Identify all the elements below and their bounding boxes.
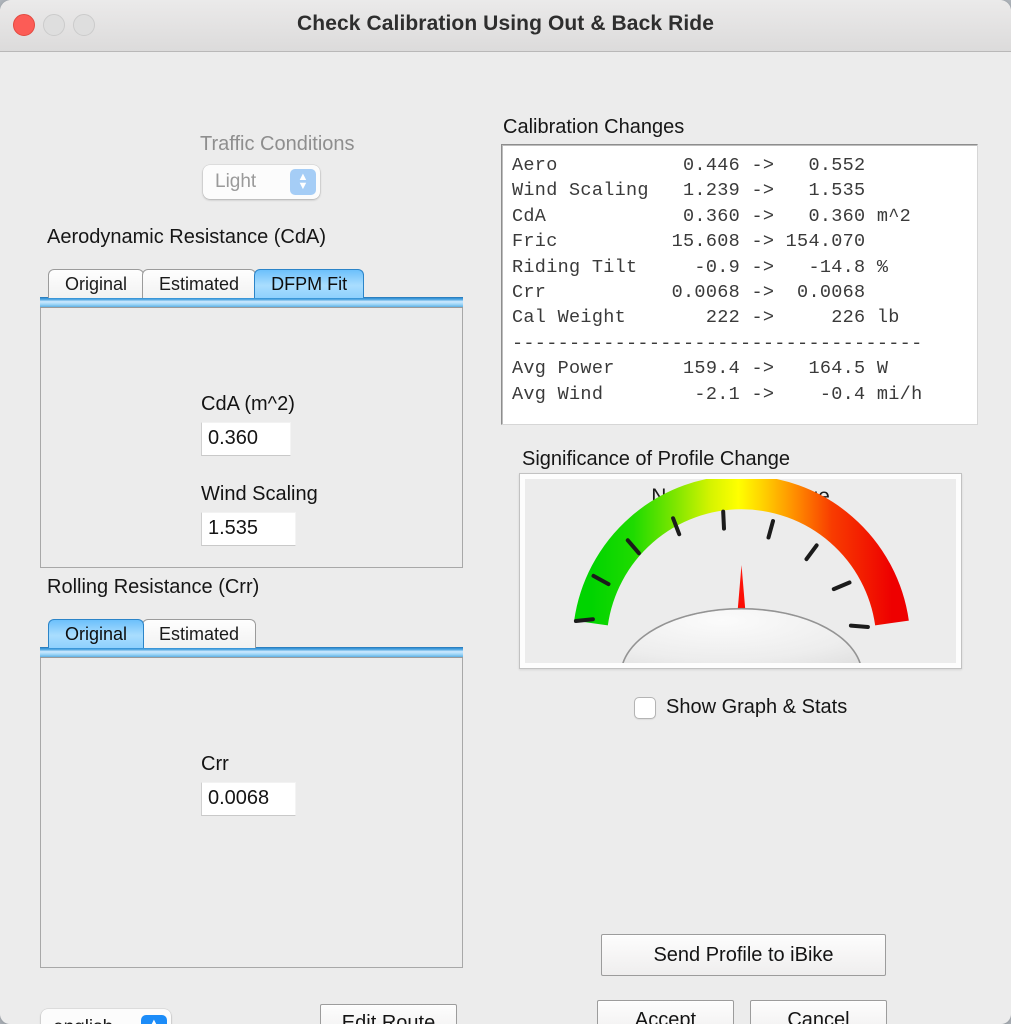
dialog-window: Check Calibration Using Out & Back Ride … (0, 0, 1011, 1024)
accept-button[interactable]: Accept (597, 1000, 734, 1024)
wind-scaling-input[interactable]: 1.535 (201, 512, 296, 546)
tab-aero-dfpm-fit[interactable]: DFPM Fit (254, 269, 364, 298)
tab-crr-estimated[interactable]: Estimated (142, 619, 256, 648)
aero-tab-underline (40, 297, 463, 308)
tab-aero-original[interactable]: Original (48, 269, 144, 298)
rolling-section-title: Rolling Resistance (Crr) (47, 576, 259, 599)
rolling-tab-underline (40, 647, 463, 658)
wind-scaling-label: Wind Scaling (201, 483, 318, 506)
title-bar: Check Calibration Using Out & Back Ride (0, 0, 1011, 52)
tab-aero-estimated[interactable]: Estimated (142, 269, 256, 298)
rolling-tabpanel: Crr 0.0068 (40, 658, 463, 968)
rolling-tabstrip: Original Estimated (40, 618, 463, 648)
traffic-conditions-label: Traffic Conditions (200, 133, 355, 156)
traffic-conditions-value: Light (203, 171, 256, 193)
units-value: english (41, 1017, 113, 1024)
crr-field-block: Crr 0.0068 (201, 753, 296, 816)
cda-label: CdA (m^2) (201, 393, 295, 416)
significance-gauge-panel: Noticeable Change (519, 473, 962, 669)
calibration-changes-text: Aero 0.446 -> 0.552 Wind Scaling 1.239 -… (512, 153, 967, 407)
cda-input[interactable]: 0.360 (201, 422, 291, 456)
wind-scaling-field-block: Wind Scaling 1.535 (201, 483, 318, 546)
show-graph-stats-row[interactable]: Show Graph & Stats (634, 696, 847, 719)
aero-tabstrip: Original Estimated DFPM Fit (40, 268, 463, 298)
send-profile-to-ibike-button[interactable]: Send Profile to iBike (601, 934, 886, 976)
aero-tabpanel: CdA (m^2) 0.360 Wind Scaling 1.535 (40, 308, 463, 568)
rolling-tabgroup: Original Estimated Crr 0.0068 (40, 618, 463, 968)
significance-title: Significance of Profile Change (522, 448, 790, 471)
chevron-updown-icon: ▲▼ (141, 1015, 167, 1024)
chevron-updown-icon: ▲▼ (290, 169, 316, 195)
aero-section-title: Aerodynamic Resistance (CdA) (47, 226, 326, 249)
dialog-body: Traffic Conditions Light ▲▼ Aerodynamic … (0, 52, 1011, 1024)
window-title: Check Calibration Using Out & Back Ride (0, 12, 1011, 36)
calibration-changes-title: Calibration Changes (503, 116, 684, 139)
calibration-changes-box: Aero 0.446 -> 0.552 Wind Scaling 1.239 -… (501, 144, 978, 425)
cda-field-block: CdA (m^2) 0.360 (201, 393, 295, 456)
crr-label: Crr (201, 753, 296, 776)
aero-tabgroup: Original Estimated DFPM Fit CdA (m^2) 0.… (40, 268, 463, 568)
show-graph-stats-label: Show Graph & Stats (666, 696, 847, 719)
traffic-conditions-select[interactable]: Light ▲▼ (203, 165, 320, 199)
units-select[interactable]: english ▲▼ (41, 1009, 171, 1024)
gauge-graphic (525, 479, 956, 663)
gauge-inner: Noticeable Change (525, 479, 956, 663)
show-graph-stats-checkbox[interactable] (634, 697, 656, 719)
cancel-button[interactable]: Cancel (750, 1000, 887, 1024)
edit-route-button[interactable]: Edit Route (320, 1004, 457, 1024)
tab-crr-original[interactable]: Original (48, 619, 144, 648)
crr-input[interactable]: 0.0068 (201, 782, 296, 816)
